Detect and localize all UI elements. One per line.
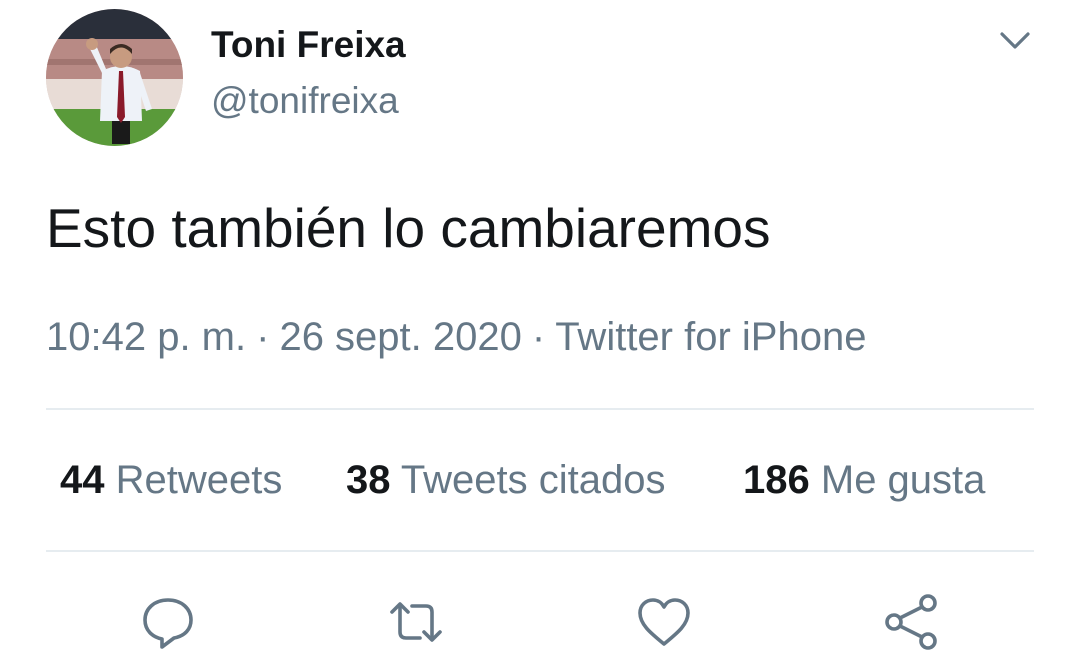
- username-handle[interactable]: @tonifreixa: [211, 80, 399, 122]
- divider: [46, 408, 1034, 410]
- retweets-label: Retweets: [115, 458, 283, 502]
- tweet-metadata: 10:42 p. m. · 26 sept. 2020 · Twitter for iP…: [46, 315, 866, 360]
- tweet-detail: Toni Freixa @tonifreixa Esto también lo …: [0, 0, 1080, 662]
- avatar-photo: [46, 9, 183, 146]
- display-name[interactable]: Toni Freixa: [211, 24, 406, 66]
- quote-tweets-label: Tweets citados: [400, 458, 666, 502]
- likes-count: 186: [743, 458, 810, 502]
- tweet-date: 26 sept. 2020: [279, 315, 522, 359]
- separator-dot: ·: [531, 315, 546, 359]
- divider: [46, 550, 1034, 552]
- retweets-stat[interactable]: 44 Retweets: [60, 458, 282, 503]
- quote-tweets-count: 38: [346, 458, 391, 502]
- retweet-icon[interactable]: [384, 590, 448, 654]
- likes-stat[interactable]: 186 Me gusta: [743, 458, 985, 503]
- tweet-text: Esto también lo cambiaremos: [46, 197, 771, 259]
- tweet-source[interactable]: Twitter for iPhone: [555, 315, 866, 359]
- heart-icon[interactable]: [632, 590, 696, 654]
- reply-icon[interactable]: [136, 590, 200, 654]
- tweet-time: 10:42 p. m.: [46, 315, 247, 359]
- avatar[interactable]: [46, 9, 183, 146]
- likes-label: Me gusta: [820, 458, 986, 502]
- chevron-down-icon[interactable]: [996, 26, 1034, 56]
- share-icon[interactable]: [880, 590, 944, 654]
- retweets-count: 44: [60, 458, 105, 502]
- separator-dot: ·: [256, 315, 270, 359]
- quote-tweets-stat[interactable]: 38 Tweets citados: [346, 458, 665, 503]
